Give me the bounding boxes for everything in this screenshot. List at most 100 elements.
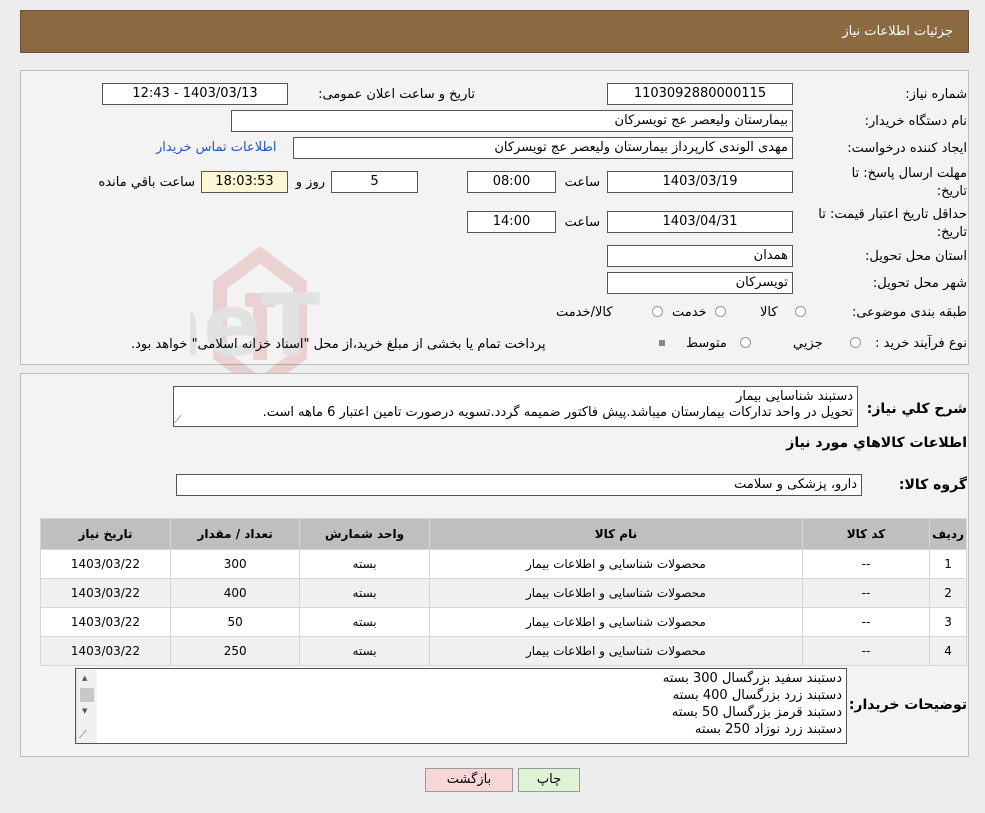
page-title: جزئیات اطلاعات نیاز <box>842 24 953 39</box>
process-minor-label: جزیي <box>793 336 823 351</box>
page-header: جزئیات اطلاعات نیاز <box>20 10 969 53</box>
cell-code: -- <box>801 636 931 666</box>
description-line-2: تحویل در واحد تدارکات بیمارستان میباشد.پ… <box>262 405 853 420</box>
cell-name: محصولات شناسایی و اطلاعات بیمار <box>428 607 803 637</box>
cell-code: -- <box>801 607 931 637</box>
category-label: طبقه بندی موضوعی: <box>851 305 967 320</box>
validity-label-2: تاریخ: <box>936 225 967 240</box>
scroll-down-icon[interactable]: ▼ <box>82 707 87 715</box>
remaining-time-field: 18:03:53 <box>201 171 288 193</box>
goods-section-title: اطلاعات کالاهاي مورد نياز <box>786 435 967 451</box>
buyer-org-field: بیمارستان ولیعصر عج تویسرکان <box>231 110 793 132</box>
process-note: پرداخت تمام یا بخشی از مبلغ خرید،از محل … <box>131 337 546 352</box>
description-label: شرح کلي نياز: <box>866 401 967 417</box>
city-field: تویسرکان <box>607 272 793 294</box>
table-header-row: رديف کد کالا نام کالا واحد شمارش تعداد /… <box>40 518 967 550</box>
validity-date-field: 1403/04/31 <box>607 211 793 233</box>
col-code-header: کد کالا <box>801 518 931 550</box>
resize-handle-icon[interactable]: ⟋ <box>79 728 87 742</box>
table-row: 4 -- محصولات شناسایی و اطلاعات بیمار بست… <box>40 636 967 666</box>
buyer-org-label: نام دستگاه خریدار: <box>864 114 967 129</box>
buyer-notes-textarea[interactable]: دستبند سفید بزرگسال 300 بسته دستبند زرد … <box>75 668 847 744</box>
process-label: نوع فرآیند خرید : <box>875 336 967 351</box>
category-goods-radio[interactable] <box>795 306 806 317</box>
scroll-thumb[interactable] <box>80 688 94 702</box>
cell-date: 1403/03/22 <box>40 607 171 637</box>
validity-time-label: ساعت <box>564 215 600 230</box>
buyer-note-line: دستبند زرد بزرگسال 400 بسته <box>672 688 842 703</box>
city-label: شهر محل تحویل: <box>872 276 967 291</box>
cell-date: 1403/03/22 <box>40 578 171 608</box>
cell-code: -- <box>801 549 931 579</box>
cell-qty: 400 <box>169 578 301 608</box>
creator-label: ایجاد کننده درخواست: <box>847 141 967 156</box>
back-button[interactable]: بازگشت <box>425 768 513 792</box>
goods-group-label: گروه کالا: <box>898 477 967 493</box>
cell-name: محصولات شناسایی و اطلاعات بیمار <box>428 636 803 666</box>
deadline-label-2: تاریخ: <box>936 184 967 199</box>
announce-label: تاریخ و ساعت اعلان عمومی: <box>318 87 475 102</box>
cell-unit: بسته <box>299 607 430 637</box>
buyer-notes-scrollbar[interactable]: ▲ ▼ ⟋ <box>76 670 97 743</box>
validity-time-field: 14:00 <box>467 211 556 233</box>
cell-row: 2 <box>929 578 967 608</box>
cell-date: 1403/03/22 <box>40 549 171 579</box>
cell-qty: 300 <box>169 549 301 579</box>
cell-name: محصولات شناسایی و اطلاعات بیمار <box>428 549 803 579</box>
cell-unit: بسته <box>299 636 430 666</box>
col-unit-header: واحد شمارش <box>299 518 430 550</box>
print-button[interactable]: چاپ <box>518 768 580 792</box>
category-service-label: خدمت <box>672 305 707 320</box>
table-row: 1 -- محصولات شناسایی و اطلاعات بیمار بست… <box>40 549 967 579</box>
buyer-note-line: دستبند زرد نوزاد 250 بسته <box>694 722 842 737</box>
cell-unit: بسته <box>299 549 430 579</box>
category-service-radio[interactable] <box>715 306 726 317</box>
cell-date: 1403/03/22 <box>40 636 171 666</box>
validity-label: حداقل تاریخ اعتبار قیمت: تا <box>818 207 967 222</box>
buyer-note-line: دستبند سفید بزرگسال 300 بسته <box>662 671 842 686</box>
deadline-time-label: ساعت <box>564 175 600 190</box>
announce-field: 1403/03/13 - 12:43 <box>102 83 288 105</box>
contact-buyer-link[interactable]: اطلاعات تماس خریدار <box>156 140 276 155</box>
col-row-header: رديف <box>929 518 967 550</box>
days-field: 5 <box>331 171 418 193</box>
col-name-header: نام کالا <box>428 518 803 550</box>
category-goods-service-label: کالا/خدمت <box>556 305 613 320</box>
scroll-up-icon[interactable]: ▲ <box>82 674 87 682</box>
category-goods-label: کالا <box>760 305 778 320</box>
days-label: روز و <box>295 175 325 190</box>
process-minor-radio[interactable] <box>850 337 861 348</box>
description-line-1: دستبند شناسایی بیمار <box>736 389 853 404</box>
cell-row: 1 <box>929 549 967 579</box>
buyer-notes-label: توضیحات خریدار: <box>848 697 967 713</box>
col-qty-header: تعداد / مقدار <box>169 518 301 550</box>
col-date-header: تاريخ نياز <box>40 518 171 550</box>
category-goods-service-radio[interactable] <box>652 306 663 317</box>
need-number-label: شماره نیاز: <box>905 87 967 102</box>
cell-row: 4 <box>929 636 967 666</box>
table-row: 2 -- محصولات شناسایی و اطلاعات بیمار بست… <box>40 578 967 608</box>
cell-row: 3 <box>929 607 967 637</box>
cell-name: محصولات شناسایی و اطلاعات بیمار <box>428 578 803 608</box>
need-number-field: 1103092880000115 <box>607 83 793 105</box>
deadline-date-field: 1403/03/19 <box>607 171 793 193</box>
buyer-note-line: دستبند قرمز بزرگسال 50 بسته <box>671 705 842 720</box>
resize-handle-icon[interactable]: ⟋ <box>174 413 182 427</box>
cell-unit: بسته <box>299 578 430 608</box>
province-label: استان محل تحویل: <box>865 249 967 264</box>
description-textarea: دستبند شناسایی بیمار تحویل در واحد تدارک… <box>173 386 858 427</box>
process-medium-radio[interactable] <box>740 337 751 348</box>
process-medium-label: متوسط <box>686 336 727 351</box>
creator-field: مهدی الوندی کارپرداز بیمارستان ولیعصر عج… <box>293 137 793 159</box>
process-note-checkbox[interactable] <box>659 340 665 346</box>
province-field: همدان <box>607 245 793 267</box>
goods-group-field: دارو، پزشکی و سلامت <box>176 474 862 496</box>
cell-qty: 50 <box>169 607 301 637</box>
remaining-label: ساعت باقي مانده <box>98 175 195 190</box>
goods-table: رديف کد کالا نام کالا واحد شمارش تعداد /… <box>40 518 967 666</box>
cell-qty: 250 <box>169 636 301 666</box>
deadline-time-field: 08:00 <box>467 171 556 193</box>
table-row: 3 -- محصولات شناسایی و اطلاعات بیمار بست… <box>40 607 967 637</box>
deadline-label: مهلت ارسال پاسخ: تا <box>851 166 967 181</box>
cell-code: -- <box>801 578 931 608</box>
